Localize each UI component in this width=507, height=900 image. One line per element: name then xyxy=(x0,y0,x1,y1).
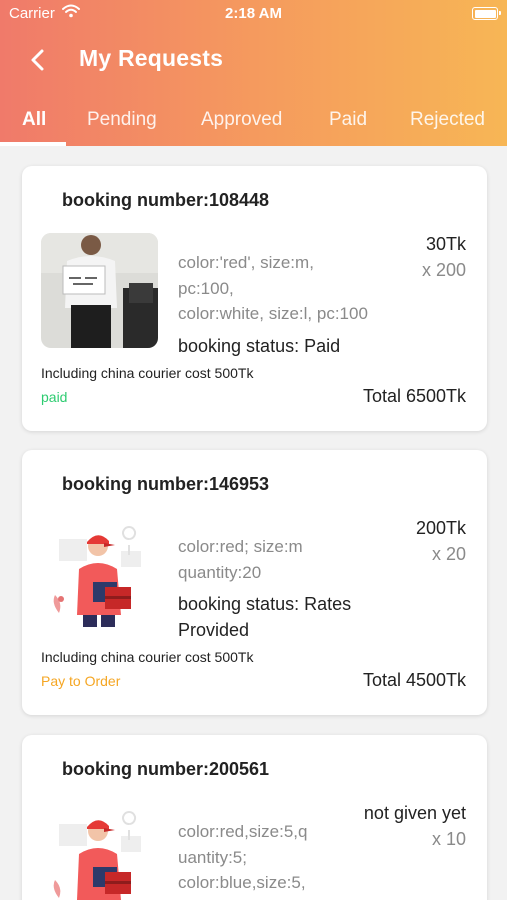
item-specs: color:red; size:m quantity:20 xyxy=(178,537,303,582)
payment-state: paid xyxy=(41,389,68,405)
page-title: My Requests xyxy=(79,45,224,71)
item-specs: color:red,size:5,q uantity:5; color:blue… xyxy=(178,822,308,892)
tab-approved[interactable]: Approved xyxy=(201,109,282,131)
battery-icon xyxy=(472,7,501,20)
delivery-illustration xyxy=(41,802,158,900)
booking-number: booking number:146953 xyxy=(62,474,270,494)
chevron-left-icon xyxy=(31,49,44,71)
request-card[interactable]: booking number:146953 color:red; size:m … xyxy=(22,450,487,715)
tab-bar: All Pending Approved Paid Rejected xyxy=(0,102,507,146)
tab-rejected[interactable]: Rejected xyxy=(410,109,485,131)
product-photo xyxy=(41,233,158,348)
total-amount: Total 4500Tk xyxy=(362,670,466,690)
active-tab-indicator xyxy=(0,142,66,146)
status-bar: Carrier 2:18 AM xyxy=(0,0,507,28)
request-card[interactable]: booking number:200561 color:red,size:5,q… xyxy=(22,735,487,900)
unit-price: 200Tk xyxy=(415,518,466,538)
back-button[interactable] xyxy=(22,44,54,76)
item-specs: color:'red', size:m, pc:100, color:white… xyxy=(178,253,368,323)
courier-note: Including china courier cost 500Tk xyxy=(41,365,254,381)
tab-paid[interactable]: Paid xyxy=(329,109,367,131)
status-time: 2:18 AM xyxy=(225,5,282,22)
tab-pending[interactable]: Pending xyxy=(87,109,157,131)
booking-number: booking number:108448 xyxy=(62,190,270,210)
tab-all[interactable]: All xyxy=(22,109,46,131)
header: Carrier 2:18 AM My Requests All Pending … xyxy=(0,0,507,146)
quantity: x 10 xyxy=(431,829,466,849)
booking-number: booking number:200561 xyxy=(62,759,270,779)
booking-status: booking status: Rates Provided xyxy=(178,594,352,640)
request-card[interactable]: booking number:108448 color:'red', size:… xyxy=(22,166,487,431)
booking-status: booking status: Paid xyxy=(178,336,341,356)
courier-note: Including china courier cost 500Tk xyxy=(41,649,254,665)
total-amount: Total 6500Tk xyxy=(362,386,466,406)
quantity: x 200 xyxy=(421,260,466,280)
payment-state: Pay to Order xyxy=(41,673,121,689)
unit-price: 30Tk xyxy=(425,234,466,254)
delivery-illustration xyxy=(41,517,158,632)
unit-price: not given yet xyxy=(363,803,466,823)
quantity: x 20 xyxy=(431,544,466,564)
